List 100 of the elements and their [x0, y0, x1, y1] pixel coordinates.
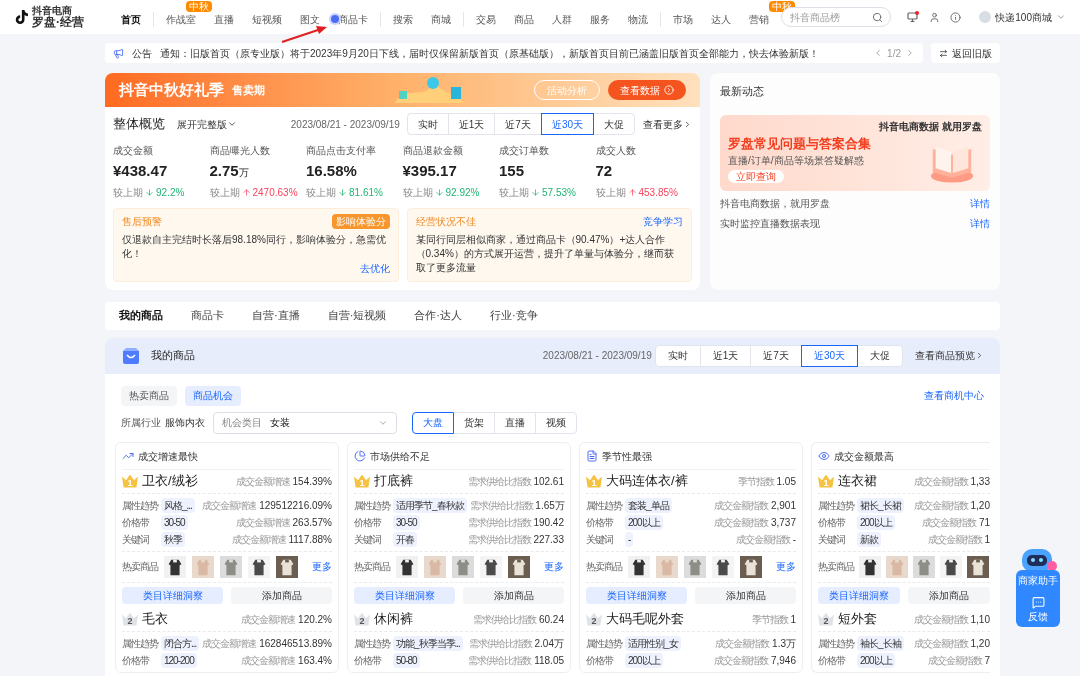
insight-button[interactable]: 类目详细洞察	[122, 586, 223, 604]
nav-link[interactable]: 作战室	[166, 11, 197, 27]
banner-subline: 直播/订单/商品等场景答疑解惑	[728, 154, 865, 168]
section-tab[interactable]: 自营·短视频	[327, 307, 387, 324]
feedback-icon[interactable]	[1031, 596, 1045, 609]
nav-link[interactable]: 物流	[628, 11, 649, 27]
nav-badge: 中秋	[186, 0, 213, 12]
search-icon[interactable]	[872, 11, 884, 23]
metric-text: 成交金额增速 1117.88%	[231, 532, 332, 547]
logo-subtitle: 抖音电商	[32, 6, 72, 16]
metric-value: 72	[595, 161, 614, 181]
attribute-label: 价格带	[122, 653, 151, 668]
attribute-tag: 适用性别_女	[625, 635, 681, 651]
attribute-tag: 120-200	[161, 652, 197, 668]
nav-link[interactable]: 商品	[514, 11, 535, 27]
more-link[interactable]: 更多	[544, 559, 564, 574]
preview-link[interactable]: 查看商品预览	[915, 348, 984, 363]
metric-text: 成交金额增速 129512216.09%	[202, 498, 332, 513]
chevron-right-icon	[975, 351, 984, 360]
user-icon[interactable]	[929, 11, 941, 23]
nav-link[interactable]: 首页	[121, 11, 142, 27]
range-tab[interactable]: 大促	[857, 344, 903, 367]
nav-link[interactable]: 达人	[711, 11, 732, 27]
range-tab[interactable]: 直播	[494, 411, 536, 434]
change-value: 2470.63%	[252, 185, 298, 200]
expand-link[interactable]: 展开完整版	[177, 116, 237, 132]
nav-link[interactable]: 搜索	[393, 11, 414, 27]
insight-button[interactable]: 类目详细洞察	[354, 586, 455, 604]
range-tab[interactable]: 近1天	[447, 113, 496, 135]
metric-text: 需求供给比指数 118.05	[468, 653, 564, 668]
add-product-button[interactable]: 添加商品	[908, 586, 990, 604]
more-link[interactable]: 更多	[312, 559, 332, 574]
range-tab[interactable]: 近7天	[750, 344, 802, 367]
opportunity-center-link[interactable]: 查看商机中心	[924, 388, 984, 403]
attribute-tag: 200以上	[625, 652, 663, 668]
nav-link[interactable]: 商城	[431, 11, 452, 27]
faq-banner[interactable]: 抖音电商数据 就用罗盘 罗盘常见问题与答案合集 直播/订单/商品等场景答疑解惑 立即查询	[720, 114, 990, 191]
insight-button[interactable]: 类目详细洞察	[586, 586, 687, 604]
monitor-icon[interactable]	[907, 11, 920, 23]
range-tab[interactable]: 实时	[654, 344, 701, 367]
range-tab[interactable]: 视频	[535, 411, 577, 434]
sub-tab[interactable]: 热卖商品	[121, 385, 177, 406]
card-title: 市场供给不足	[370, 449, 430, 464]
detail-link[interactable]: 详情	[970, 195, 990, 211]
more-link[interactable]: 更多	[776, 559, 796, 574]
attribute-tag: 200以上	[625, 514, 663, 530]
section-tab[interactable]: 合作·达人	[414, 307, 462, 324]
nav-link[interactable]: 人群	[552, 11, 573, 27]
query-button[interactable]: 立即查询	[728, 170, 784, 183]
section-tab[interactable]: 我的商品	[119, 307, 163, 324]
more-link[interactable]: 查看更多	[643, 116, 692, 132]
range-tab[interactable]: 大盘	[412, 411, 454, 434]
crown-badge: 1	[122, 474, 138, 488]
sub-tab[interactable]: 商品机会	[185, 385, 241, 406]
add-product-button[interactable]: 添加商品	[231, 586, 332, 604]
insight-button[interactable]: 类目详细洞察	[818, 586, 900, 604]
hot-items-label: 热卖商品	[354, 560, 390, 574]
detail-link[interactable]: 详情	[970, 215, 990, 231]
range-tab[interactable]: 大促	[593, 113, 635, 135]
crown-badge: 1	[818, 474, 834, 488]
nav-link[interactable]: 短视频	[252, 11, 283, 27]
nav-link[interactable]: 图文	[300, 11, 321, 27]
pie-chart-icon	[354, 450, 366, 462]
attribute-label: 关键词	[586, 532, 614, 547]
nav-link[interactable]: 营销	[749, 11, 770, 27]
category-name: 大码毛呢外套	[606, 610, 684, 629]
nav-link[interactable]: 服务	[590, 11, 611, 27]
section-tab[interactable]: 行业·竞争	[490, 307, 538, 324]
metric-text: 成交金额指数 1,20	[913, 636, 990, 651]
metric-label: 商品点击支付率	[306, 144, 377, 158]
nav-link[interactable]: 市场	[673, 11, 694, 27]
section-tab[interactable]: 自营·直播	[252, 307, 300, 324]
metric-text: 成交金额指数 7	[927, 653, 990, 668]
add-product-button[interactable]: 添加商品	[695, 586, 796, 604]
range-tab[interactable]: 近1天	[699, 344, 752, 367]
learn-link[interactable]: 竞争学习	[643, 213, 683, 229]
category-select[interactable]: 机会类目 女装	[213, 411, 397, 434]
add-product-button[interactable]: 添加商品	[463, 586, 564, 604]
shop-name[interactable]: 快递100商城	[995, 9, 1052, 25]
attribute-tag: -	[625, 531, 634, 547]
range-tab[interactable]: 近30天	[800, 344, 858, 367]
attribute-label: 属性趋势	[586, 636, 622, 651]
caret-icon[interactable]	[1056, 12, 1066, 22]
shopping-bag-icon	[121, 346, 141, 365]
nav-link[interactable]: 直播	[214, 11, 235, 27]
attribute-label: 价格带	[818, 515, 847, 530]
optimize-link[interactable]: 去优化	[359, 260, 390, 276]
range-tab[interactable]: 实时	[406, 113, 449, 135]
range-tab[interactable]: 货架	[453, 411, 495, 434]
range-tab[interactable]: 近30天	[540, 113, 594, 135]
old-version-button[interactable]: 返回旧版	[931, 43, 1000, 63]
card-title: 成交金额最高	[834, 449, 894, 464]
nav-link[interactable]: 交易	[476, 11, 497, 27]
attribute-label: 属性趋势	[354, 498, 390, 513]
metric-text: 成交金额指数 1,10	[913, 612, 990, 627]
range-tab[interactable]: 近7天	[494, 113, 542, 135]
info-icon[interactable]	[950, 11, 962, 23]
section-tab[interactable]: 商品卡	[191, 307, 224, 324]
card-title: 成交增速最快	[138, 449, 198, 464]
next-icon[interactable]	[905, 48, 915, 58]
